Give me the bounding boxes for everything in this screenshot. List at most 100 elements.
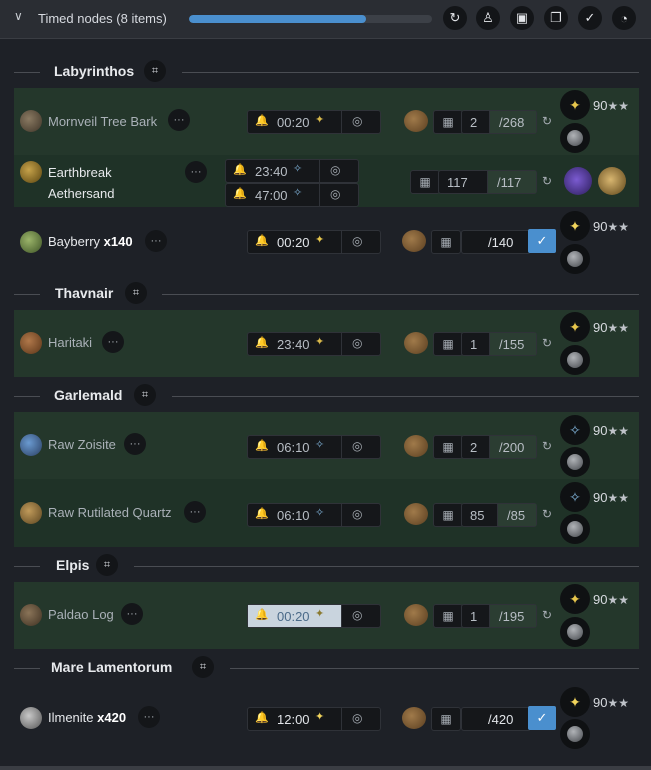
ephemeral-icon[interactable]: ✧ (560, 482, 590, 512)
calculator-icon[interactable]: ▦ (433, 503, 463, 527)
pin-icon[interactable]: ◎ (352, 711, 362, 725)
bell-icon[interactable]: 🔔 (255, 336, 269, 349)
reset-icon[interactable]: ↻ (538, 503, 556, 525)
timer-box[interactable]: 🔔 00:20 ✦ ◎ (247, 110, 381, 134)
money-icon[interactable]: ▣ (510, 6, 534, 30)
timer-box[interactable]: 🔔 23:40 ✧ ◎ (225, 159, 359, 183)
pin-icon[interactable]: ◎ (352, 336, 362, 350)
node-icon[interactable] (560, 244, 590, 274)
item-name[interactable]: Raw Zoisite (48, 437, 116, 452)
quantity-field[interactable]: 117 /117 (438, 170, 537, 194)
reset-icon[interactable]: ↻ (538, 604, 556, 626)
bell-icon[interactable]: 🔔 (255, 608, 269, 621)
bell-icon[interactable]: 🔔 (255, 234, 269, 247)
copy-icon[interactable]: ❐ (544, 6, 568, 30)
pin-icon[interactable]: ◎ (352, 608, 362, 622)
bell-icon[interactable]: 🔔 (233, 163, 247, 176)
bag-icon[interactable] (404, 604, 428, 626)
quantity-field[interactable]: /140 (461, 230, 531, 254)
user-icon[interactable]: ♙ (476, 6, 500, 30)
calculator-icon[interactable]: ▦ (431, 707, 461, 731)
map-icon[interactable]: ⌗ (125, 282, 147, 304)
ephemeral-icon[interactable]: ✧ (560, 415, 590, 445)
item-name[interactable]: Mornveil Tree Bark (48, 114, 157, 129)
bag-icon[interactable] (404, 503, 428, 525)
more-button[interactable]: ··· (145, 230, 167, 252)
reset-icon[interactable]: ↻ (538, 110, 556, 132)
calculator-icon[interactable]: ▦ (433, 332, 463, 356)
more-button[interactable]: ··· (138, 706, 160, 728)
more-button[interactable]: ··· (184, 501, 206, 523)
pin-icon[interactable]: ◎ (352, 234, 362, 248)
more-button[interactable]: ··· (102, 331, 124, 353)
bag-icon[interactable] (402, 707, 426, 729)
sparkle-icon[interactable]: ✦ (560, 211, 590, 241)
sparkle-icon[interactable]: ✦ (560, 687, 590, 717)
node-icon[interactable] (560, 514, 590, 544)
map-icon[interactable]: ⌗ (192, 656, 214, 678)
node-icon[interactable] (560, 617, 590, 647)
quantity-field[interactable]: 1 /155 (461, 332, 537, 356)
bell-icon[interactable]: 🔔 (255, 114, 269, 127)
more-button[interactable]: ··· (185, 161, 207, 183)
node-icon[interactable] (560, 123, 590, 153)
bell-icon[interactable]: 🔔 (255, 507, 269, 520)
quantity-field[interactable]: 85 /85 (461, 503, 537, 527)
sparkle-icon[interactable]: ✦ (560, 90, 590, 120)
timer-box[interactable]: 🔔 06:10 ✧ ◎ (247, 435, 381, 459)
map-icon[interactable]: ⌗ (144, 60, 166, 82)
calculator-icon[interactable]: ▦ (433, 110, 463, 134)
more-button[interactable]: ··· (168, 109, 190, 131)
calculator-icon[interactable]: ▦ (431, 230, 461, 254)
bag-icon[interactable] (404, 435, 428, 457)
chevron-down-icon[interactable]: ∨ (14, 9, 23, 23)
more-button[interactable]: ··· (124, 433, 146, 455)
done-button[interactable]: ✓ (528, 706, 556, 730)
pin-icon[interactable]: ◎ (352, 439, 362, 453)
item-name-line2[interactable]: Aethersand (48, 186, 115, 201)
item-name[interactable]: Ilmenite x420 (48, 710, 126, 725)
item-name[interactable]: Paldao Log (48, 607, 114, 622)
bag-icon[interactable] (404, 110, 428, 132)
reset-icon[interactable]: ↻ (538, 435, 556, 457)
timer-box[interactable]: 🔔 23:40 ✦ ◎ (247, 332, 381, 356)
check-icon[interactable]: ✓ (578, 6, 602, 30)
quantity-field[interactable]: /420 (461, 707, 531, 731)
quantity-field[interactable]: 1 /195 (461, 604, 537, 628)
bell-icon[interactable]: 🔔 (255, 711, 269, 724)
more-button[interactable]: ··· (121, 603, 143, 625)
item-name[interactable]: Haritaki (48, 335, 92, 350)
map-icon[interactable]: ⌗ (134, 384, 156, 406)
node-icon[interactable] (560, 447, 590, 477)
swirl-icon[interactable]: ◔ (612, 6, 636, 30)
item-name[interactable]: Bayberry x140 (48, 234, 133, 249)
bell-icon[interactable]: 🔔 (233, 187, 247, 200)
calculator-icon[interactable]: ▦ (433, 435, 463, 459)
timer-box[interactable]: 🔔 47:00 ✧ ◎ (225, 183, 359, 207)
refresh-icon[interactable]: ↻ (443, 6, 467, 30)
timer-box[interactable]: 🔔 00:20 ✦ ◎ (247, 230, 381, 254)
item-name[interactable]: Raw Rutilated Quartz (48, 505, 172, 520)
node-icon[interactable] (560, 345, 590, 375)
item-name-line1[interactable]: Earthbreak (48, 165, 112, 180)
pin-icon[interactable]: ◎ (352, 507, 362, 521)
pin-icon[interactable]: ◎ (330, 187, 340, 201)
reset-icon[interactable]: ↻ (538, 332, 556, 354)
bag-icon[interactable] (402, 230, 426, 252)
bell-icon[interactable]: 🔔 (255, 439, 269, 452)
sparkle-icon[interactable]: ✦ (560, 584, 590, 614)
calculator-icon[interactable]: ▦ (433, 604, 463, 628)
timer-box[interactable]: 🔔 06:10 ✧ ◎ (247, 503, 381, 527)
quantity-field[interactable]: 2 /268 (461, 110, 537, 134)
sparkle-icon[interactable]: ✦ (560, 312, 590, 342)
node-icon[interactable] (560, 719, 590, 749)
map-icon[interactable]: ⌗ (96, 554, 118, 576)
timer-box[interactable]: 🔔 12:00 ✦ ◎ (247, 707, 381, 731)
bag-icon[interactable] (404, 332, 428, 354)
reset-icon[interactable]: ↻ (538, 170, 556, 192)
timer-box[interactable]: 🔔 00:20 ✦ ◎ (247, 604, 381, 628)
calculator-icon[interactable]: ▦ (410, 170, 440, 194)
quantity-field[interactable]: 2 /200 (461, 435, 537, 459)
crystal-icon[interactable] (564, 167, 592, 195)
cluster-icon[interactable] (598, 167, 626, 195)
